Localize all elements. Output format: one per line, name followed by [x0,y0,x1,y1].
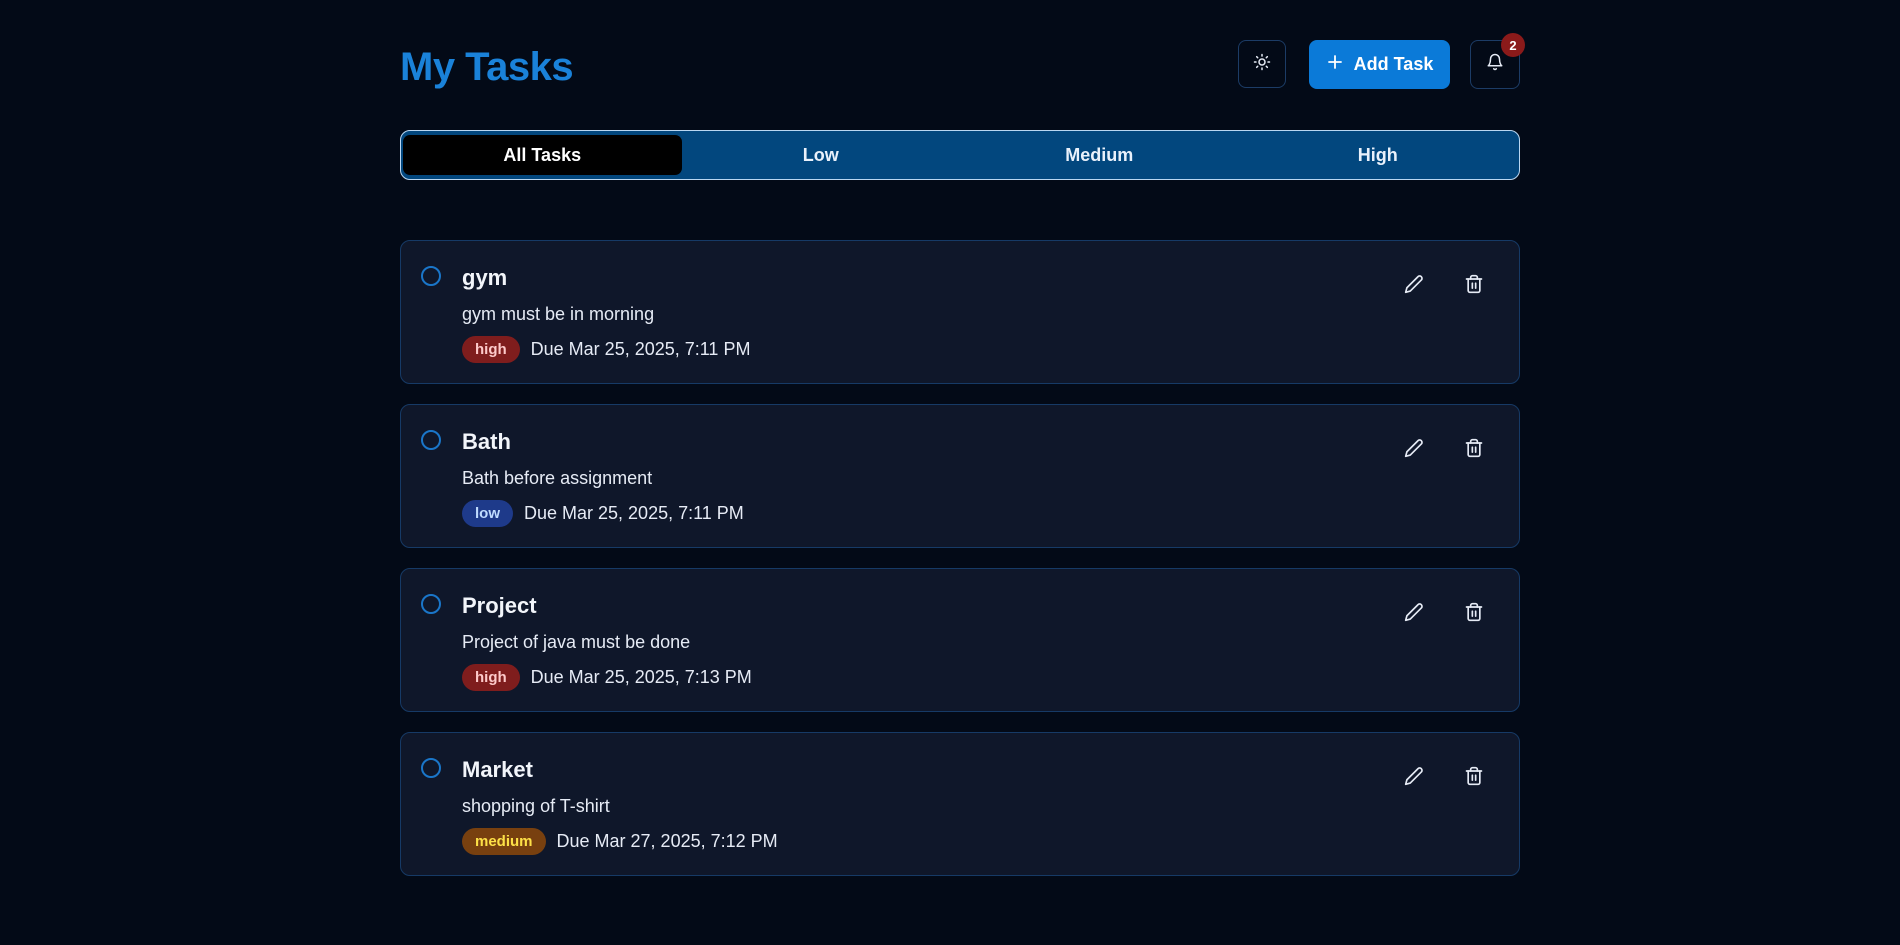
header: My Tasks Add Task 2 [400,0,1525,130]
tab-all-tasks[interactable]: All Tasks [403,135,682,175]
trash-icon [1464,274,1484,299]
task-description: Bath before assignment [462,468,653,488]
delete-button[interactable] [1461,437,1487,463]
edit-button[interactable] [1401,273,1427,299]
due-date: Due Mar 25, 2025, 7:11 PM [524,503,744,523]
task-title: Bath [462,429,511,454]
complete-checkbox[interactable] [421,430,441,450]
task-meta: high Due Mar 25, 2025, 7:11 PM [462,336,750,363]
complete-checkbox[interactable] [421,758,441,778]
task-description: Project of java must be done [462,632,691,652]
complete-checkbox[interactable] [421,594,441,614]
due-date: Due Mar 25, 2025, 7:13 PM [530,667,752,687]
notifications-button[interactable]: 2 [1470,33,1525,89]
theme-toggle-button[interactable] [1238,40,1286,88]
trash-icon [1464,766,1484,791]
edit-button[interactable] [1401,765,1427,791]
task-meta: high Due Mar 25, 2025, 7:13 PM [462,664,752,691]
delete-button[interactable] [1461,601,1487,627]
task-title: Project [462,593,537,618]
task-list: gym gym must be in morning high Due Mar … [400,240,1520,896]
bell-icon [1486,53,1504,76]
priority-badge: medium [462,828,546,855]
tab-medium[interactable]: Medium [960,135,1239,175]
task-title: Market [462,757,533,782]
delete-button[interactable] [1461,273,1487,299]
task-card: Market shopping of T-shirt medium Due Ma… [400,732,1520,876]
page-title: My Tasks [400,45,574,89]
pencil-icon [1404,766,1424,791]
pencil-icon [1404,602,1424,627]
tab-low[interactable]: Low [682,135,961,175]
tab-high[interactable]: High [1239,135,1518,175]
complete-checkbox[interactable] [421,266,441,286]
priority-badge: high [462,664,520,691]
task-description: gym must be in morning [462,304,655,324]
edit-button[interactable] [1401,601,1427,627]
priority-badge: low [462,500,513,527]
trash-icon [1464,438,1484,463]
due-date: Due Mar 25, 2025, 7:11 PM [530,339,751,359]
app-container: My Tasks Add Task 2 All Tasks Low Medium… [400,0,1525,876]
pencil-icon [1404,438,1424,463]
task-meta: low Due Mar 25, 2025, 7:11 PM [462,500,744,527]
edit-button[interactable] [1401,437,1427,463]
plus-icon [1326,53,1344,76]
task-card: Bath Bath before assignment low Due Mar … [400,404,1520,548]
task-card: Project Project of java must be done hig… [400,568,1520,712]
notification-count-badge: 2 [1501,33,1525,57]
priority-filter-tabs: All Tasks Low Medium High [400,130,1520,180]
add-task-button[interactable]: Add Task [1309,40,1450,89]
due-date: Due Mar 27, 2025, 7:12 PM [556,831,778,851]
pencil-icon [1404,274,1424,299]
task-meta: medium Due Mar 27, 2025, 7:12 PM [462,828,778,855]
priority-badge: high [462,336,520,363]
delete-button[interactable] [1461,765,1487,791]
sun-icon [1253,53,1271,76]
add-task-label: Add Task [1353,54,1434,74]
task-card: gym gym must be in morning high Due Mar … [400,240,1520,384]
task-description: shopping of T-shirt [462,796,610,816]
task-title: gym [462,265,508,290]
trash-icon [1464,602,1484,627]
